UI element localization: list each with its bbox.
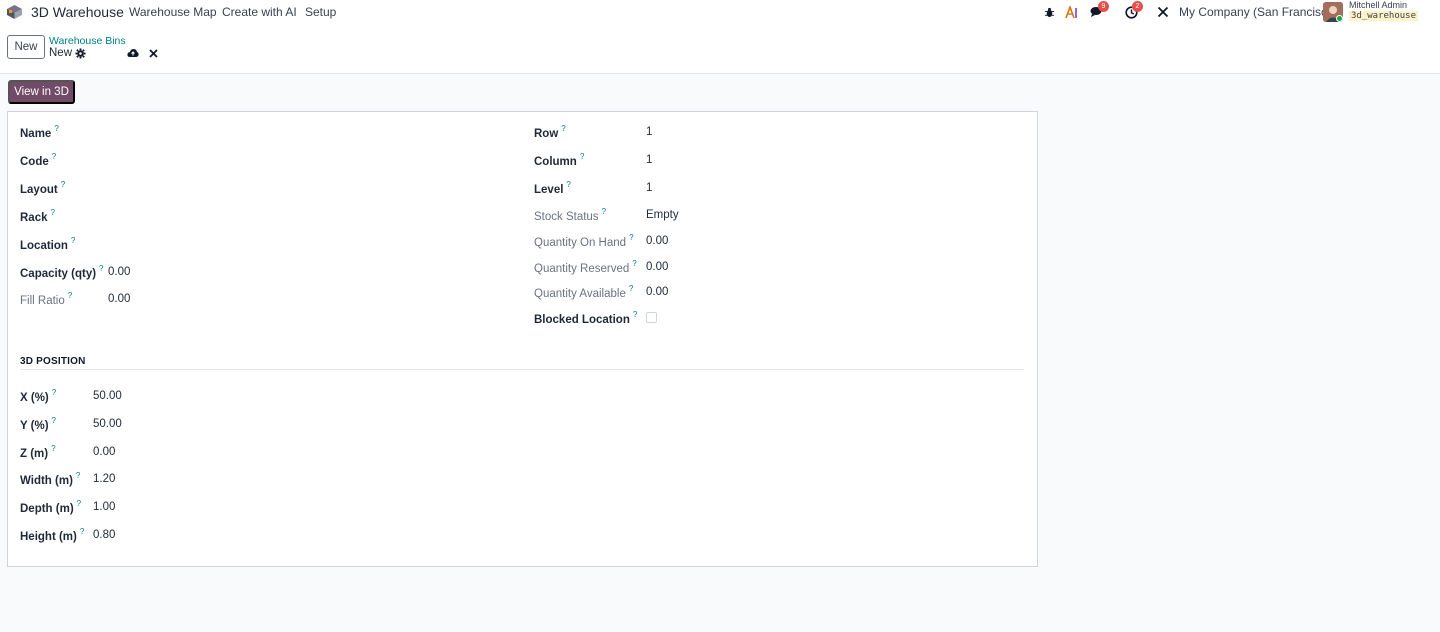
help-icon[interactable]: ? [629, 233, 633, 242]
field-label-height: Height (m)? [20, 527, 85, 543]
field-label-z: Z (m)? [20, 444, 56, 460]
menu-warehouse-map[interactable]: Warehouse Map [129, 5, 217, 19]
section-divider [20, 369, 1024, 370]
help-icon[interactable]: ? [633, 310, 637, 319]
tools-icon[interactable] [1155, 4, 1171, 20]
company-switcher[interactable]: My Company (San Francisco) [1179, 5, 1338, 19]
field-value-quantity-reserved: 0.00 [646, 261, 669, 273]
help-icon[interactable]: ? [76, 471, 80, 480]
help-icon[interactable]: ? [99, 264, 103, 273]
field-value-fill-ratio: 0.00 [108, 293, 131, 305]
help-icon[interactable]: ? [561, 124, 565, 133]
ai-icon[interactable] [1064, 4, 1080, 20]
field-label-column: Column? [534, 152, 585, 168]
field-label-row: Row? [534, 124, 566, 140]
activities-badge: 2 [1132, 1, 1143, 12]
field-label-y: Y (%)? [20, 416, 56, 432]
field-label-depth: Depth (m)? [20, 499, 82, 515]
help-icon[interactable]: ? [80, 527, 84, 536]
section-title-3d-position: 3D POSITION [20, 356, 86, 367]
field-input-y[interactable]: 50.00 [93, 418, 122, 430]
field-label-quantity-reserved: Quantity Reserved? [534, 259, 637, 275]
gear-icon[interactable] [74, 47, 86, 59]
field-value-stock-status: Empty [646, 209, 679, 221]
messages-icon[interactable]: 9 [1089, 1, 1109, 20]
view-in-3d-button[interactable]: View in 3D [8, 80, 75, 104]
field-value-quantity-available: 0.00 [646, 286, 669, 298]
help-icon[interactable]: ? [52, 152, 56, 161]
help-icon[interactable]: ? [51, 444, 55, 453]
field-label-rack: Rack? [20, 208, 55, 224]
save-cloud-icon[interactable] [127, 47, 139, 59]
blocked-location-checkbox[interactable] [646, 312, 657, 323]
help-icon[interactable]: ? [629, 284, 633, 293]
activities-icon[interactable]: 2 [1123, 1, 1143, 20]
control-panel: New Warehouse Bins New [0, 24, 1440, 74]
field-label-width: Width (m)? [20, 471, 81, 487]
help-icon[interactable]: ? [68, 291, 72, 300]
field-input-z[interactable]: 0.00 [93, 446, 115, 458]
field-input-level[interactable]: 1 [646, 182, 652, 194]
field-input-height[interactable]: 0.80 [93, 529, 115, 541]
field-input-capacity[interactable]: 0.00 [108, 266, 130, 278]
new-button[interactable]: New [7, 35, 45, 59]
menu-create-with-ai[interactable]: Create with AI [222, 5, 297, 19]
field-input-x[interactable]: 50.00 [93, 390, 122, 402]
field-input-depth[interactable]: 1.00 [93, 501, 115, 513]
field-label-level: Level? [534, 180, 571, 196]
online-status-icon [1336, 15, 1343, 22]
field-label-quantity-on-hand: Quantity On Hand? [534, 233, 634, 249]
help-icon[interactable]: ? [61, 180, 65, 189]
form-sheet: Name? Code? Layout? Rack? Location? Capa… [7, 111, 1038, 567]
help-icon[interactable]: ? [580, 152, 584, 161]
field-input-width[interactable]: 1.20 [93, 473, 115, 485]
help-icon[interactable]: ? [77, 499, 81, 508]
app-name[interactable]: 3D Warehouse [31, 4, 124, 20]
discard-close-icon[interactable] [147, 47, 159, 59]
help-icon[interactable]: ? [52, 416, 56, 425]
field-label-name: Name? [20, 124, 59, 140]
top-navbar: 3D Warehouse Warehouse Map Create with A… [0, 0, 1440, 24]
field-input-row[interactable]: 1 [646, 126, 652, 138]
help-icon[interactable]: ? [566, 180, 570, 189]
help-icon[interactable]: ? [71, 236, 75, 245]
field-label-layout: Layout? [20, 180, 66, 196]
field-input-column[interactable]: 1 [646, 154, 652, 166]
field-label-x: X (%)? [20, 388, 57, 404]
warehouse-app-icon[interactable] [6, 4, 23, 20]
field-label-capacity: Capacity (qty)? [20, 264, 104, 280]
breadcrumb-warehouse-bins[interactable]: Warehouse Bins [49, 35, 126, 47]
messages-badge: 9 [1098, 1, 1109, 12]
help-icon[interactable]: ? [52, 388, 56, 397]
field-label-stock-status: Stock Status? [534, 207, 607, 223]
help-icon[interactable]: ? [51, 208, 55, 217]
field-value-quantity-on-hand: 0.00 [646, 235, 669, 247]
help-icon[interactable]: ? [54, 124, 58, 133]
bug-icon[interactable] [1041, 4, 1057, 20]
record-name: New [49, 47, 73, 59]
field-label-blocked-location: Blocked Location? [534, 310, 638, 326]
menu-setup[interactable]: Setup [305, 5, 336, 19]
help-icon[interactable]: ? [602, 207, 606, 216]
field-label-code: Code? [20, 152, 57, 168]
database-name: 3d_warehouse [1349, 11, 1419, 21]
user-name[interactable]: Mitchell Admin [1349, 0, 1407, 10]
field-label-fill-ratio: Fill Ratio? [20, 291, 73, 307]
field-label-quantity-available: Quantity Available? [534, 284, 634, 300]
field-label-location: Location? [20, 236, 76, 252]
help-icon[interactable]: ? [632, 259, 636, 268]
